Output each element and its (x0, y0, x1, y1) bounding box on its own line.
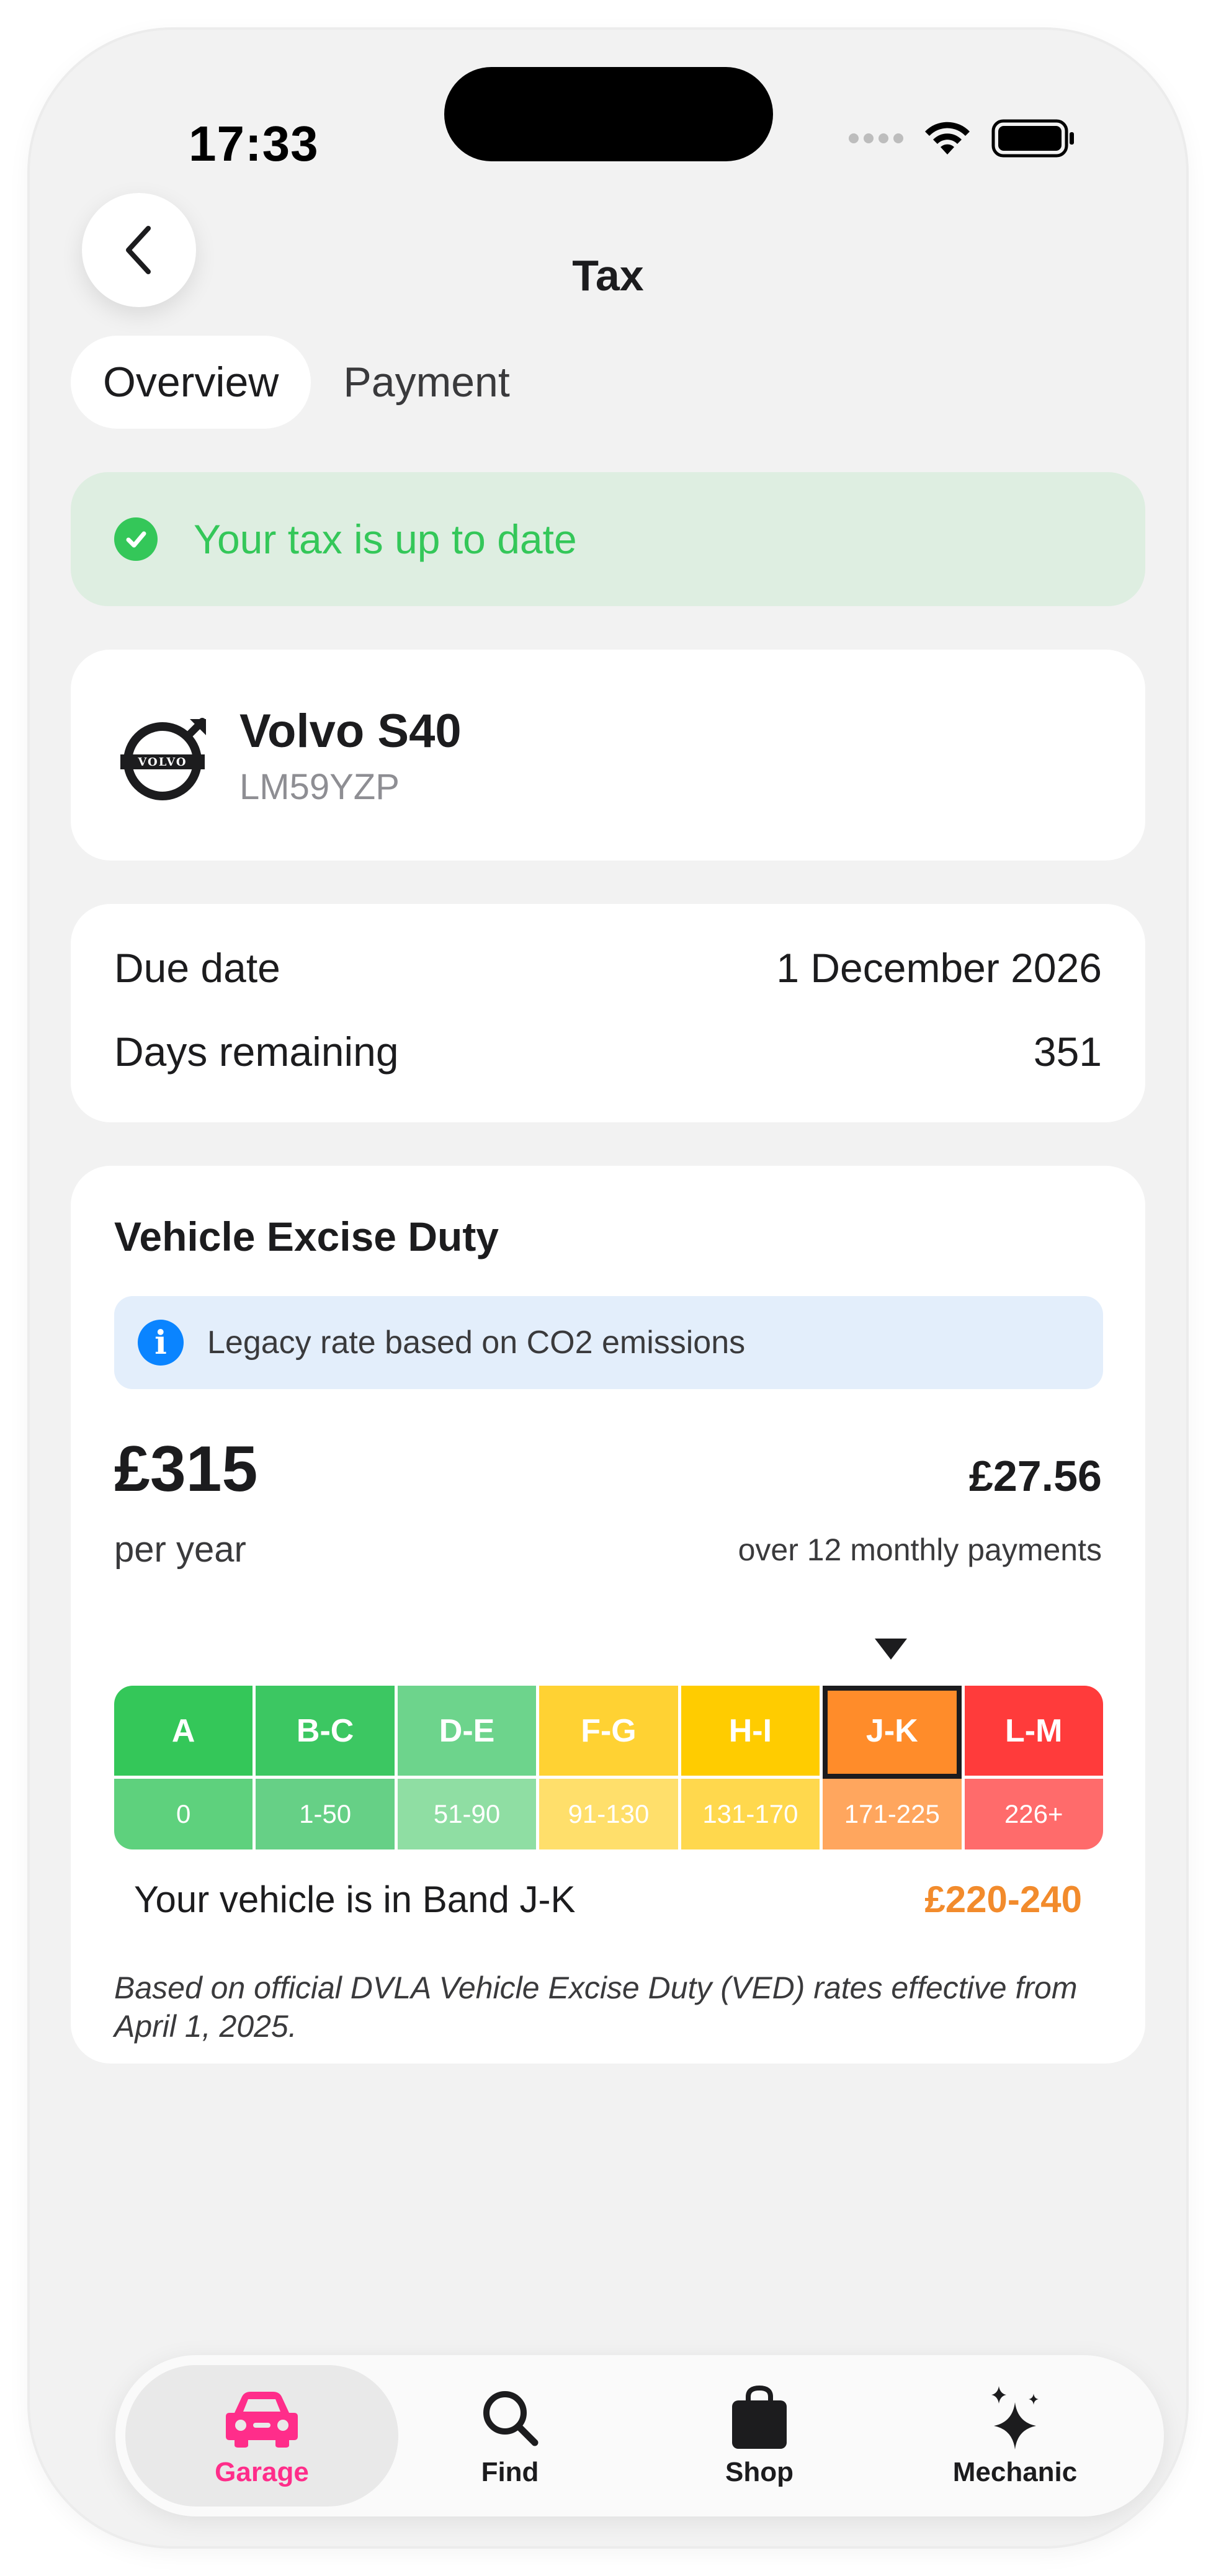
vehicle-name: Volvo S40 (239, 705, 462, 758)
tax-status-text: Your tax is up to date (194, 516, 577, 562)
info-box: i Legacy rate based on CO2 emissions (114, 1296, 1103, 1389)
current-band-price: £220-240 (924, 1879, 1082, 1920)
tax-band-scale: A 0 B-C 1-50 D-E 51-90 F-G 91-130 H-I 13… (114, 1686, 1103, 1849)
search-icon (479, 2384, 541, 2452)
nav-mechanic[interactable]: Mechanic (922, 2355, 1108, 2516)
due-date-value: 1 December 2026 (776, 945, 1102, 991)
band-range: 0 (114, 1779, 253, 1849)
band-range: 226+ (964, 1779, 1103, 1849)
annual-price: £315 (114, 1433, 258, 1505)
checkmark-circle-icon (114, 517, 158, 561)
vehicle-registration: LM59YZP (239, 767, 400, 807)
band-f-g: F-G 91-130 (539, 1686, 681, 1849)
band-h-i: H-I 131-170 (681, 1686, 823, 1849)
band-b-c: B-C 1-50 (256, 1686, 398, 1849)
tax-status-banner: Your tax is up to date (71, 472, 1145, 606)
page-title: Tax (572, 251, 644, 300)
ved-card: Vehicle Excise Duty i Legacy rate based … (71, 1166, 1145, 2064)
due-date-card: Due date 1 December 2026 Days remaining … (71, 904, 1145, 1122)
tab-bar: Overview Payment (71, 336, 542, 429)
band-range: 171-225 (823, 1779, 962, 1849)
days-remaining-row: Days remaining 351 (114, 1028, 1102, 1075)
battery-icon (991, 119, 1076, 158)
nav-shop[interactable]: Shop (673, 2355, 846, 2516)
due-date-row: Due date 1 December 2026 (114, 944, 1102, 991)
nav-label: Shop (725, 2457, 794, 2487)
status-icons (849, 119, 1076, 158)
band-a: A 0 (114, 1686, 256, 1849)
disclaimer-text: Based on official DVLA Vehicle Excise Du… (114, 1970, 1078, 2044)
tab-payment[interactable]: Payment (311, 336, 542, 429)
status-time: 17:33 (189, 116, 319, 171)
dynamic-island (444, 67, 773, 161)
nav-label: Garage (215, 2457, 309, 2487)
volvo-logo: VOLVO (120, 712, 213, 805)
band-name: L-M (964, 1686, 1103, 1779)
vehicle-card[interactable]: VOLVO Volvo S40 LM59YZP (71, 650, 1145, 861)
band-range: 1-50 (256, 1779, 395, 1849)
band-range: 131-170 (681, 1779, 820, 1849)
current-band-row: Your vehicle is in Band J-K £220-240 (134, 1878, 1082, 1921)
band-d-e: D-E 51-90 (397, 1686, 540, 1849)
band-l-m: L-M 226+ (964, 1686, 1103, 1849)
days-remaining-value: 351 (1033, 1029, 1102, 1075)
annual-price-label: per year (114, 1529, 246, 1570)
band-range: 51-90 (397, 1779, 537, 1849)
ved-title: Vehicle Excise Duty (114, 1214, 499, 1259)
band-name: J-K (823, 1686, 962, 1779)
nav-find[interactable]: Find (423, 2355, 597, 2516)
info-text: Legacy rate based on CO2 emissions (207, 1325, 746, 1361)
band-name: D-E (397, 1686, 537, 1779)
shopping-bag-icon (730, 2384, 789, 2452)
tab-overview[interactable]: Overview (71, 336, 311, 429)
current-band-marker-icon (875, 1639, 908, 1660)
phone-screen: 17:33 Tax Overview Payment Your tax is u… (30, 30, 1186, 2546)
wifi-icon (922, 120, 973, 157)
band-j-k: J-K 171-225 (823, 1686, 965, 1849)
svg-text:VOLVO: VOLVO (137, 756, 187, 769)
band-name: A (114, 1686, 253, 1779)
days-remaining-label: Days remaining (114, 1029, 399, 1075)
monthly-price-label: over 12 monthly payments (738, 1532, 1102, 1567)
car-icon (225, 2384, 299, 2452)
band-name: F-G (539, 1686, 678, 1779)
nav-garage[interactable]: Garage (125, 2365, 398, 2507)
due-date-label: Due date (114, 945, 280, 991)
nav-label: Find (481, 2457, 539, 2487)
current-band-text: Your vehicle is in Band J-K (134, 1879, 576, 1920)
band-name: H-I (681, 1686, 820, 1779)
sparkles-icon (984, 2384, 1046, 2452)
band-name: B-C (256, 1686, 395, 1779)
band-range: 91-130 (539, 1779, 678, 1849)
cellular-signal-icon (849, 133, 903, 143)
info-icon: i (138, 1320, 184, 1366)
nav-label: Mechanic (952, 2457, 1078, 2487)
monthly-price: £27.56 (968, 1452, 1102, 1500)
bottom-nav: Garage Find Shop Mechanic (115, 2355, 1164, 2516)
